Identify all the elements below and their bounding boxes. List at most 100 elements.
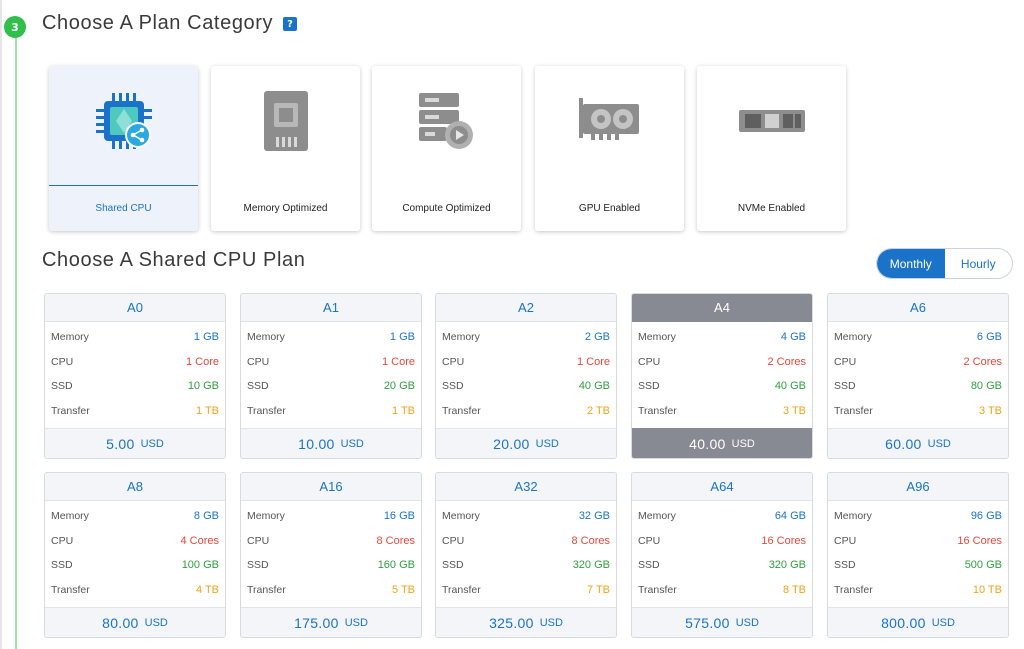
plan-card-a16[interactable]: A16 Memory 16 GB CPU 8 Cores SSD 160 GB Transfe… (240, 472, 422, 638)
plan-spec-label: Memory (834, 510, 872, 523)
plan-spec-label: SSD (638, 380, 660, 393)
plan-spec-value: 40 GB (774, 380, 806, 393)
plan-specs: Memory 16 GB CPU 8 Cores SSD 160 GB Transfer 5 … (241, 501, 421, 602)
plan-card-a96[interactable]: A96 Memory 96 GB CPU 16 Cores SSD 500 GB Transf… (827, 472, 1009, 638)
category-card-gpu-enabled[interactable]: GPU Enabled (535, 66, 684, 231)
plan-spec-label: SSD (442, 380, 464, 393)
plan-spec-label: Transfer (638, 583, 677, 596)
plan-price: 10.00 USD (241, 428, 421, 458)
plan-spec-ssd: SSD 500 GB (834, 553, 1002, 578)
plan-spec-label: Transfer (247, 583, 286, 596)
category-card-compute-optimized[interactable]: Compute Optimized (372, 66, 521, 231)
plan-specs: Memory 32 GB CPU 8 Cores SSD 320 GB Transfer 7 … (436, 501, 616, 602)
plan-spec-label: Memory (247, 510, 285, 523)
plan-specs: Memory 96 GB CPU 16 Cores SSD 500 GB Transfer 1… (828, 501, 1008, 602)
plan-card-a8[interactable]: A8 Memory 8 GB CPU 4 Cores SSD 100 GB Transfer 4… (44, 472, 226, 638)
plan-spec-cpu: CPU 8 Cores (442, 529, 610, 554)
plan-spec-cpu: CPU 2 Cores (638, 350, 806, 375)
plan-price: 20.00 USD (436, 428, 616, 458)
plan-spec-label: CPU (51, 355, 74, 368)
plan-price-amount: 800.00 (881, 614, 926, 631)
plan-spec-value: 1 TB (391, 404, 415, 417)
nvme-drive-icon (697, 86, 846, 156)
plan-name: A64 (632, 473, 812, 501)
category-card-nvme-enabled[interactable]: NVMe Enabled (697, 66, 846, 231)
plan-name: A32 (436, 473, 616, 501)
plan-spec-label: SSD (834, 380, 856, 393)
plan-spec-ssd: SSD 320 GB (442, 553, 610, 578)
plan-specs: Memory 64 GB CPU 16 Cores SSD 320 GB Transfer 8… (632, 501, 812, 602)
plan-spec-label: Transfer (247, 404, 286, 417)
plan-price-amount: 175.00 (294, 614, 339, 631)
plan-spec-value: 4 TB (195, 583, 219, 596)
plan-spec-label: Transfer (442, 583, 481, 596)
plan-spec-value: 40 GB (578, 380, 610, 393)
plan-name: A1 (241, 294, 421, 322)
plan-price-currency: USD (344, 616, 368, 629)
plan-price: 5.00 USD (45, 428, 225, 458)
plan-name: A0 (45, 294, 225, 322)
plan-specs: Memory 2 GB CPU 1 Core SSD 40 GB Transfer 2 TB (436, 322, 616, 423)
plan-price-currency: USD (535, 437, 559, 450)
plan-price: 325.00 USD (436, 607, 616, 637)
plan-spec-ssd: SSD 40 GB (442, 374, 610, 399)
plan-spec-transfer: Transfer 10 TB (834, 578, 1002, 603)
plan-spec-label: SSD (442, 559, 464, 572)
plan-spec-value: 1 Core (576, 355, 610, 368)
plan-spec-value: 1 GB (389, 331, 415, 344)
plan-spec-value: 8 GB (193, 510, 219, 523)
category-card-shared-cpu[interactable]: Shared CPU (49, 66, 198, 231)
plan-price-amount: 5.00 (106, 435, 135, 452)
plan-spec-value: 1 Core (185, 355, 219, 368)
plan-price-currency: USD (144, 616, 168, 629)
plan-spec-value: 16 Cores (957, 534, 1002, 547)
plan-card-a4[interactable]: A4 Memory 4 GB CPU 2 Cores SSD 40 GB Transfer 3 … (631, 293, 813, 459)
plan-spec-value: 2 Cores (963, 355, 1002, 368)
plan-spec-label: Memory (247, 331, 285, 344)
plan-name: A2 (436, 294, 616, 322)
gpu-card-icon (535, 86, 684, 156)
plan-spec-label: Memory (442, 331, 480, 344)
plan-spec-value: 20 GB (383, 380, 415, 393)
active-category-underline (49, 185, 198, 186)
plan-card-a0[interactable]: A0 Memory 1 GB CPU 1 Core SSD 10 GB Transfer 1 T… (44, 293, 226, 459)
plan-price-currency: USD (927, 437, 951, 450)
plan-card-a2[interactable]: A2 Memory 2 GB CPU 1 Core SSD 40 GB Transfer 2 T… (435, 293, 617, 459)
plan-price: 80.00 USD (45, 607, 225, 637)
plan-spec-memory: Memory 6 GB (834, 325, 1002, 350)
plan-spec-label: Memory (638, 510, 676, 523)
plan-spec-label: CPU (834, 355, 857, 368)
plan-spec-label: Memory (442, 510, 480, 523)
step-progress-line (15, 36, 17, 649)
plan-spec-value: 320 GB (572, 559, 610, 572)
plan-spec-value: 5 TB (391, 583, 415, 596)
plan-spec-value: 16 Cores (761, 534, 806, 547)
category-label: Compute Optimized (402, 203, 491, 214)
memory-module-icon (211, 86, 360, 156)
plan-spec-label: SSD (834, 559, 856, 572)
plan-spec-transfer: Transfer 4 TB (51, 578, 219, 603)
plan-spec-memory: Memory 1 GB (247, 325, 415, 350)
plan-price-amount: 575.00 (685, 614, 730, 631)
category-card-memory-optimized[interactable]: Memory Optimized (211, 66, 360, 231)
plan-spec-value: 1 TB (195, 404, 219, 417)
plan-specs: Memory 6 GB CPU 2 Cores SSD 80 GB Transfer 3 TB (828, 322, 1008, 423)
plan-card-a6[interactable]: A6 Memory 6 GB CPU 2 Cores SSD 80 GB Transfer 3 … (827, 293, 1009, 459)
plan-spec-cpu: CPU 1 Core (247, 350, 415, 375)
plan-spec-cpu: CPU 1 Core (51, 350, 219, 375)
plan-spec-memory: Memory 8 GB (51, 504, 219, 529)
plan-specs: Memory 1 GB CPU 1 Core SSD 20 GB Transfer 1 TB (241, 322, 421, 423)
billing-hourly-option[interactable]: Hourly (945, 249, 1013, 278)
plan-card-a64[interactable]: A64 Memory 64 GB CPU 16 Cores SSD 320 GB Transf… (631, 472, 813, 638)
question-icon[interactable]: ? (283, 17, 297, 31)
plan-spec-memory: Memory 32 GB (442, 504, 610, 529)
plan-card-a32[interactable]: A32 Memory 32 GB CPU 8 Cores SSD 320 GB Transfe… (435, 472, 617, 638)
plan-spec-ssd: SSD 160 GB (247, 553, 415, 578)
billing-monthly-option[interactable]: Monthly (877, 249, 945, 278)
plan-price-currency: USD (731, 437, 755, 450)
plan-spec-label: CPU (834, 534, 857, 547)
left-rail (0, 0, 2, 649)
server-gear-icon (372, 86, 521, 156)
plan-price: 40.00 USD (632, 428, 812, 458)
plan-card-a1[interactable]: A1 Memory 1 GB CPU 1 Core SSD 20 GB Transfer 1 T… (240, 293, 422, 459)
